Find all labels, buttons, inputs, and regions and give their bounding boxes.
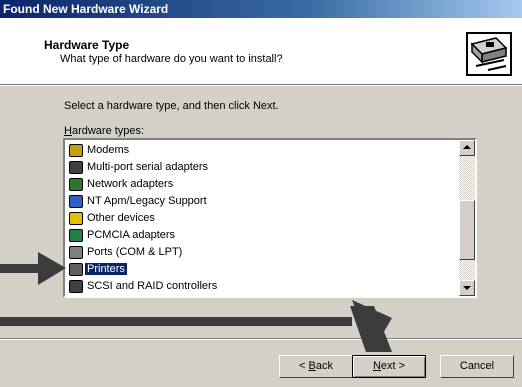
modem-icon [69,144,83,157]
page-subtitle: What type of hardware do you want to ins… [60,53,283,65]
list-item-label: Other devices [87,212,155,224]
list-item-label: SCSI and RAID controllers [87,280,218,292]
list-item[interactable]: SCSI and RAID controllers [67,278,459,295]
list-item[interactable]: Modems [67,142,459,159]
port-icon [69,246,83,259]
scroll-up-button[interactable] [459,140,475,156]
list-item-label: Printers [84,262,128,276]
footer-divider [0,338,522,340]
network-adapter-icon [69,178,83,191]
scsi-icon [69,280,83,293]
list-item-label: Multi-port serial adapters [87,161,209,173]
chevron-down-icon [463,286,471,290]
printer-icon [69,263,83,276]
window-title: Found New Hardware Wizard [0,0,522,18]
back-button[interactable]: < Back [279,355,353,378]
chevron-up-icon [463,145,471,149]
hardware-types-label: Hardware types: [64,125,144,137]
label-rest: ardware types: [71,125,145,137]
question-icon [69,212,83,225]
instruction-text: Select a hardware type, and then click N… [64,100,279,112]
back-accel: B [308,360,316,372]
list-item[interactable]: Network adapters [67,176,459,193]
list-item-label: PCMCIA adapters [87,229,176,241]
list-item-label: NT Apm/Legacy Support [87,195,207,207]
hardware-card-icon [466,32,512,76]
scroll-down-button[interactable] [459,280,475,296]
hardware-types-list[interactable]: Modems Multi-port serial adapters Network … [63,138,477,298]
next-rest: ext > [380,360,406,372]
list-item-label: Ports (COM & LPT) [87,246,183,258]
back-rest: ack [315,360,333,372]
list-items: Modems Multi-port serial adapters Network … [67,142,459,295]
serial-port-icon [69,161,83,174]
list-item[interactable]: Other devices [67,210,459,227]
list-item[interactable]: PCMCIA adapters [67,227,459,244]
wizard-window: Found New Hardware Wizard Hardware Type … [0,0,522,387]
next-button[interactable]: Next > [352,355,426,378]
wizard-header: Hardware Type What type of hardware do y… [0,18,522,84]
back-prefix: < [299,360,309,372]
list-item[interactable]: NT Apm/Legacy Support [67,193,459,210]
computer-icon [69,195,83,208]
scroll-thumb[interactable] [459,200,475,260]
header-divider [0,84,522,86]
next-accel: N [372,360,381,372]
page-title: Hardware Type [44,38,130,52]
list-item[interactable]: Printers [67,261,459,278]
pcmcia-icon [69,229,83,242]
list-scrollbar[interactable] [459,140,475,296]
list-item[interactable]: Multi-port serial adapters [67,159,459,176]
cancel-button[interactable]: Cancel [440,355,514,378]
list-item-label: Network adapters [87,178,174,190]
list-item[interactable]: Ports (COM & LPT) [67,244,459,261]
label-accel: H [64,125,72,137]
list-item-label: Modems [87,144,130,156]
